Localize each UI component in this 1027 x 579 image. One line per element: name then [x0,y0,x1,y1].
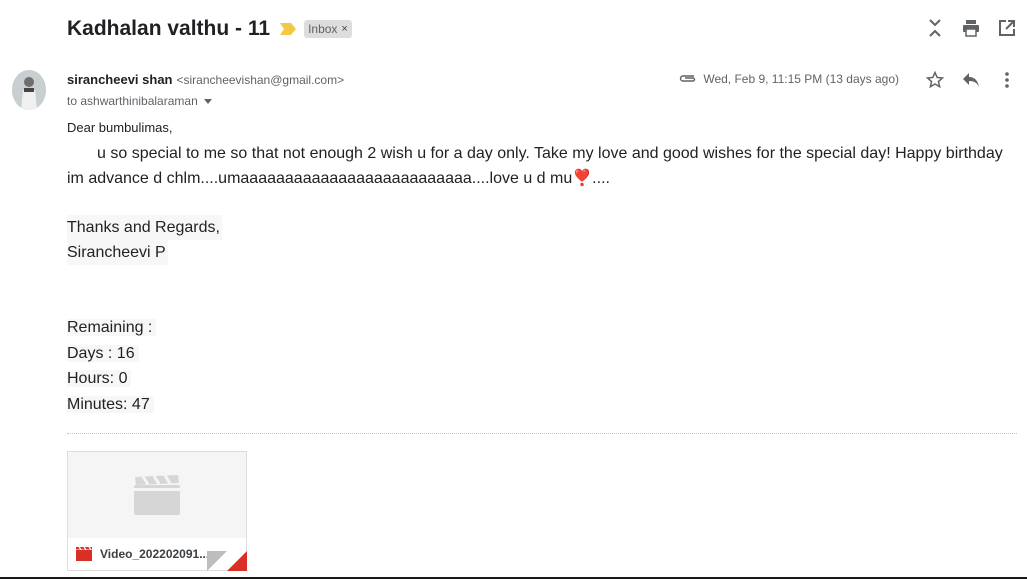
attachment-fold-corner [227,551,247,571]
attachment-name: Video_202202091... [100,547,210,561]
email-subject: Kadhalan valthu - 11 [67,17,271,40]
signature-line: Sirancheevi P [67,240,168,265]
sender-avatar[interactable] [12,70,46,110]
label-chip-text: Inbox [308,22,338,36]
message-date: Wed, Feb 9, 11:15 PM (13 days ago) [703,72,899,86]
sender-name[interactable]: sirancheevi shan [67,72,173,87]
sender-info: sirancheevi shan <sirancheevishan@gmail.… [67,72,344,87]
subject-row: Kadhalan valthu - 11 Inbox × [67,14,352,44]
countdown-block: Remaining : Days : 16 Hours: 0 Minutes: … [67,315,1012,417]
collapse-all-icon[interactable] [925,18,945,38]
sender-email: <sirancheevishan@gmail.com> [176,73,345,87]
star-icon[interactable] [925,70,945,90]
attachment-divider [67,433,1017,434]
message-meta: Wed, Feb 9, 11:15 PM (13 days ago) [679,72,899,86]
countdown-heading: Remaining : [67,319,157,336]
paperclip-icon [679,72,697,86]
countdown-days: Days : 16 [67,344,139,362]
countdown-hours: Hours: 0 [67,370,132,387]
body-paragraph: u so special to me so that not enough 2 … [67,145,1003,187]
recipient-details-dropdown-icon[interactable] [203,98,212,104]
signature-line: Thanks and Regards, [67,215,222,240]
remove-label-button[interactable]: × [341,23,347,35]
attachment-fold-shadow [207,551,227,571]
message-actions [925,70,1017,90]
open-in-new-window-icon[interactable] [997,18,1017,38]
body-greeting: Dear bumbulimas, [67,120,173,135]
message-body: Dear bumbulimas, u so special to me so t… [67,120,1012,417]
more-vert-icon[interactable] [997,70,1017,90]
label-chip-inbox: Inbox × [304,20,352,38]
reply-icon[interactable] [961,70,981,90]
print-icon[interactable] [961,18,981,38]
attachment-thumbnail [68,452,246,538]
importance-marker-icon[interactable] [280,23,297,35]
attachment-card[interactable]: Video_202202091... [67,451,247,571]
video-badge-icon [76,547,92,561]
video-file-icon [134,475,180,515]
countdown-minutes: Minutes: 47 [67,395,154,413]
recipient-row: to ashwarthinibalaraman [67,94,212,108]
thread-actions [925,18,1017,38]
recipient-text: to ashwarthinibalaraman [67,94,198,108]
signature: Thanks and Regards, Sirancheevi P [67,215,1012,265]
